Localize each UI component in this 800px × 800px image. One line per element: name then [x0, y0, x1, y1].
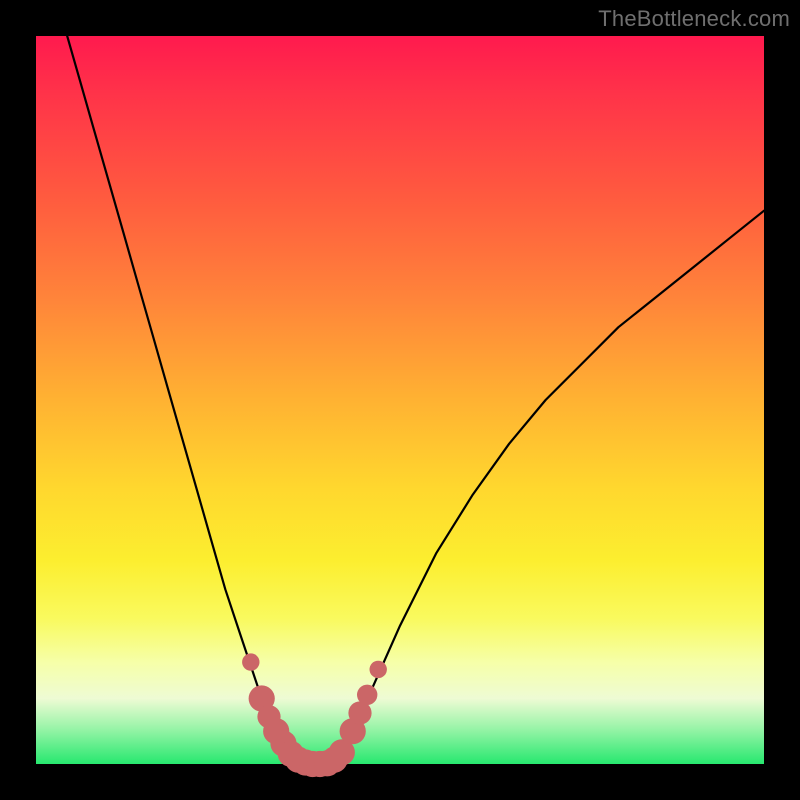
curve-marker	[370, 661, 387, 678]
curve-markers	[242, 653, 387, 777]
bottleneck-curve	[36, 0, 764, 764]
chart-plot-area	[36, 36, 764, 764]
chart-svg	[36, 36, 764, 764]
curve-marker	[357, 685, 377, 705]
watermark-text: TheBottleneck.com	[598, 6, 790, 32]
curve-marker	[242, 653, 259, 670]
chart-frame: TheBottleneck.com	[0, 0, 800, 800]
